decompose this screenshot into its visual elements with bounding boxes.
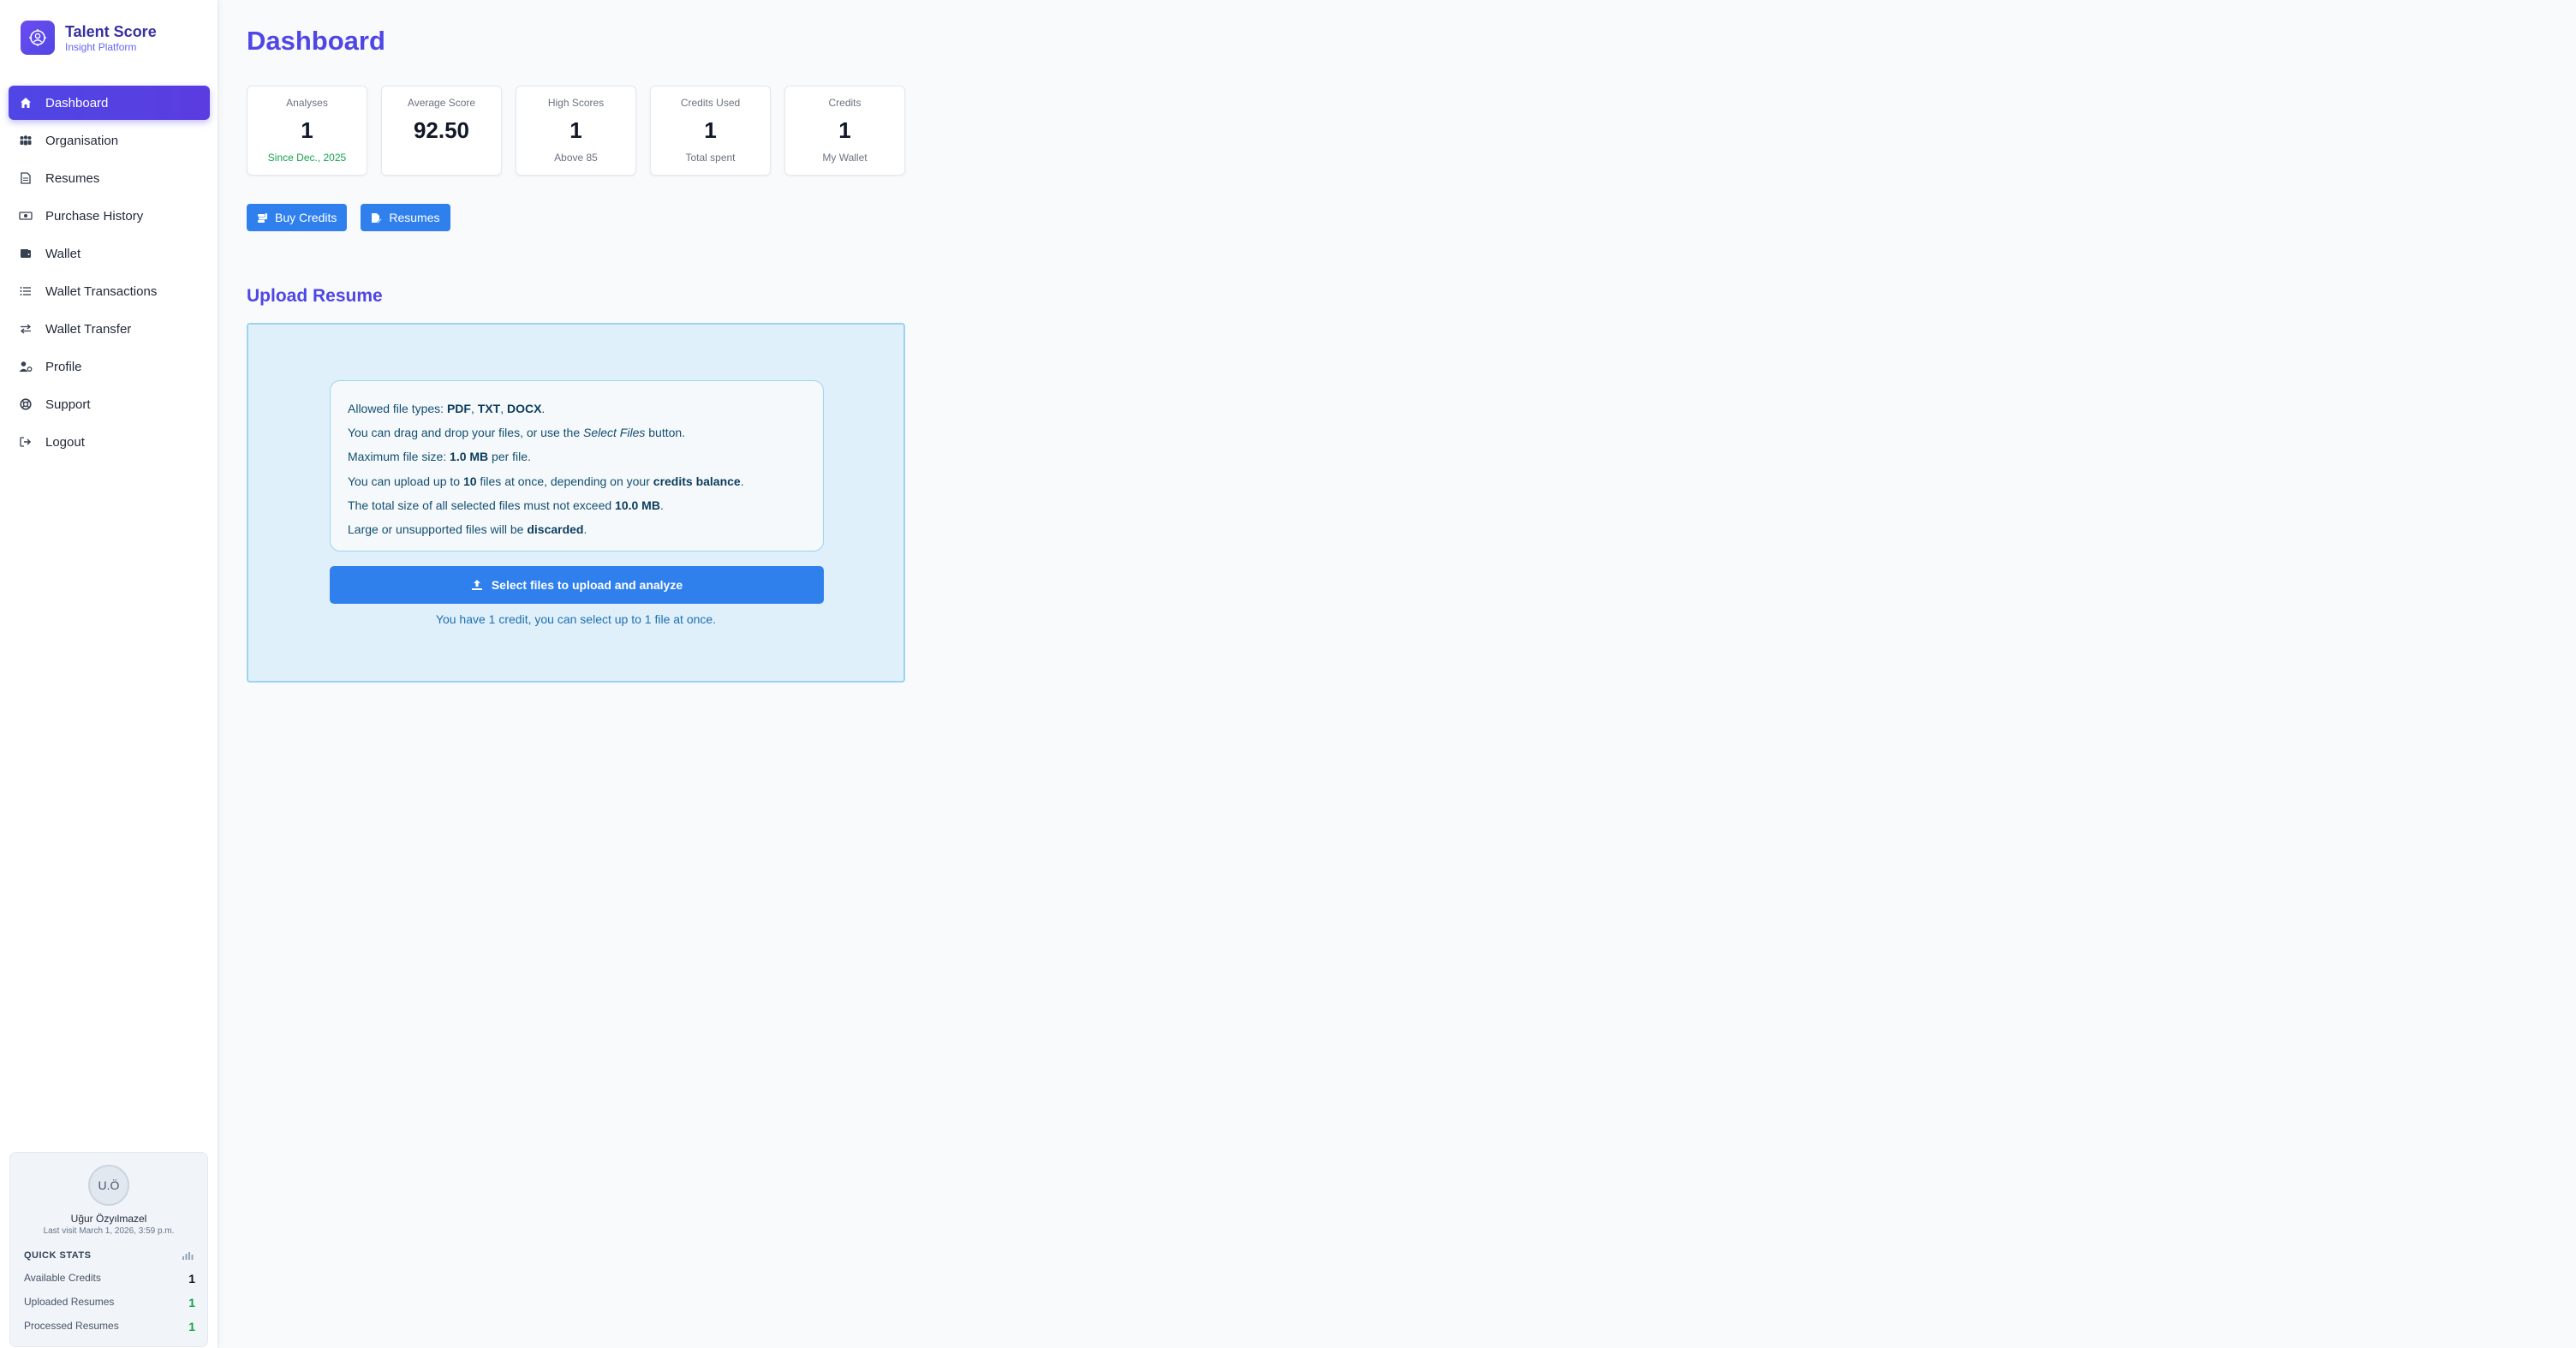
buy-credits-label: Buy Credits bbox=[275, 211, 337, 224]
sidebar-nav: Dashboard Organisation Resumes Purchase … bbox=[9, 86, 210, 462]
stat-value: 1 bbox=[838, 117, 851, 143]
stat-label: High Scores bbox=[547, 97, 605, 109]
stat-label: Credits bbox=[828, 97, 862, 109]
logout-icon bbox=[19, 435, 33, 449]
sidebar-item-label: Support bbox=[45, 397, 91, 412]
last-visit: Last visit March 1, 2026, 3:59 p.m. bbox=[43, 1226, 175, 1236]
user-gear-icon bbox=[19, 360, 33, 373]
stat-sub: Since Dec., 2025 bbox=[267, 152, 347, 164]
buy-credits-button[interactable]: Buy Credits bbox=[247, 204, 348, 231]
sidebar-item-label: Wallet bbox=[45, 246, 81, 261]
sidebar-item-label: Dashboard bbox=[45, 95, 109, 110]
sidebar-item-support[interactable]: Support bbox=[9, 387, 210, 421]
sidebar-item-label: Organisation bbox=[45, 133, 119, 148]
stat-card-credits-used: Credits Used 1 Total spent bbox=[650, 86, 771, 176]
select-files-button[interactable]: Select files to upload and analyze bbox=[330, 566, 824, 604]
wallet-icon bbox=[19, 247, 33, 260]
stat-sub: Above 85 bbox=[554, 152, 598, 164]
stat-sub: My Wallet bbox=[822, 152, 868, 164]
stat-value: 1 bbox=[704, 117, 717, 143]
upload-info-box: Allowed file types: PDF, TXT, DOCX. You … bbox=[330, 380, 824, 552]
quick-stat-label: Available Credits bbox=[24, 1272, 101, 1284]
credit-note: You have 1 credit, you can select up to … bbox=[435, 612, 717, 626]
avatar[interactable]: U.Ö bbox=[88, 1165, 129, 1206]
select-files-label: Select files to upload and analyze bbox=[491, 578, 683, 592]
sidebar-item-logout[interactable]: Logout bbox=[9, 425, 210, 459]
info-line-discarded: Large or unsupported files will be disca… bbox=[348, 522, 587, 537]
file-pen-icon bbox=[371, 212, 383, 224]
quick-stat-processed-resumes: Processed Resumes 1 bbox=[24, 1320, 195, 1333]
page-title: Dashboard bbox=[247, 26, 385, 56]
transfer-icon bbox=[19, 322, 33, 336]
stat-label: Analyses bbox=[286, 97, 328, 109]
action-buttons: Buy Credits Resumes bbox=[247, 204, 464, 231]
stat-label: Credits Used bbox=[680, 97, 741, 109]
sidebar-item-purchase-history[interactable]: Purchase History bbox=[9, 199, 210, 233]
quick-stats-title: QUICK STATS bbox=[24, 1250, 92, 1261]
info-line-drag-drop: You can drag and drop your files, or use… bbox=[348, 426, 686, 440]
home-icon bbox=[19, 96, 33, 110]
sidebar-item-resumes[interactable]: Resumes bbox=[9, 161, 210, 195]
sidebar-item-label: Wallet Transactions bbox=[45, 283, 158, 299]
brand-subtitle: Insight Platform bbox=[65, 41, 137, 53]
stat-label: Average Score bbox=[407, 97, 476, 109]
lifebuoy-icon bbox=[19, 397, 33, 411]
file-icon bbox=[19, 171, 33, 185]
stat-value: 1 bbox=[301, 117, 313, 143]
stat-value: 92.50 bbox=[413, 117, 470, 143]
sidebar-item-label: Wallet Transfer bbox=[45, 321, 132, 337]
quick-stat-value: 1 bbox=[188, 1320, 195, 1333]
sidebar-item-wallet[interactable]: Wallet bbox=[9, 236, 210, 271]
info-line-max-size: Maximum file size: 1.0 MB per file. bbox=[348, 450, 531, 464]
brand[interactable]: Talent Score Insight Platform bbox=[21, 21, 157, 55]
sidebar-item-label: Purchase History bbox=[45, 208, 144, 224]
quick-stat-available-credits: Available Credits 1 bbox=[24, 1272, 195, 1285]
brand-logo-icon bbox=[21, 21, 55, 55]
stat-card-analyses: Analyses 1 Since Dec., 2025 bbox=[247, 86, 367, 176]
stat-value: 1 bbox=[569, 117, 582, 143]
sidebar-item-profile[interactable]: Profile bbox=[9, 349, 210, 384]
money-icon bbox=[19, 209, 33, 223]
resumes-label: Resumes bbox=[389, 211, 440, 224]
user-name: Uğur Özyılmazel bbox=[70, 1213, 147, 1225]
stat-card-average-score: Average Score 92.50 bbox=[381, 86, 502, 176]
app: Talent Score Insight Platform Dashboard … bbox=[0, 0, 2576, 1348]
quick-stat-label: Processed Resumes bbox=[24, 1320, 119, 1332]
upload-dropzone[interactable]: Allowed file types: PDF, TXT, DOCX. You … bbox=[247, 323, 905, 683]
coins-icon bbox=[257, 212, 268, 224]
user-card: U.Ö Uğur Özyılmazel Last visit March 1, … bbox=[9, 1152, 208, 1347]
stat-card-high-scores: High Scores 1 Above 85 bbox=[516, 86, 636, 176]
sidebar-item-label: Profile bbox=[45, 359, 82, 374]
list-icon bbox=[19, 284, 33, 298]
stat-card-credits: Credits 1 My Wallet bbox=[784, 86, 905, 176]
sidebar-item-organisation[interactable]: Organisation bbox=[9, 123, 210, 158]
sidebar-item-label: Resumes bbox=[45, 170, 100, 186]
info-line-max-files: You can upload up to 10 files at once, d… bbox=[348, 474, 744, 488]
sidebar-item-dashboard[interactable]: Dashboard bbox=[9, 86, 210, 120]
info-line-file-types: Allowed file types: PDF, TXT, DOCX. bbox=[348, 402, 546, 415]
brand-title: Talent Score bbox=[65, 23, 157, 40]
sidebar: Talent Score Insight Platform Dashboard … bbox=[0, 0, 218, 1348]
resumes-button[interactable]: Resumes bbox=[361, 204, 450, 231]
quick-stat-value: 1 bbox=[188, 1272, 195, 1285]
upload-section-title: Upload Resume bbox=[247, 286, 383, 306]
stats-row: Analyses 1 Since Dec., 2025 Average Scor… bbox=[247, 86, 919, 176]
users-icon bbox=[19, 134, 33, 147]
sidebar-item-wallet-transfer[interactable]: Wallet Transfer bbox=[9, 312, 210, 346]
bar-chart-icon bbox=[182, 1250, 194, 1265]
upload-icon bbox=[471, 579, 483, 591]
sidebar-item-label: Logout bbox=[45, 434, 85, 450]
info-line-total-size: The total size of all selected files mus… bbox=[348, 498, 664, 512]
stat-sub: Total spent bbox=[685, 152, 736, 164]
quick-stat-uploaded-resumes: Uploaded Resumes 1 bbox=[24, 1296, 195, 1309]
quick-stat-label: Uploaded Resumes bbox=[24, 1296, 115, 1308]
quick-stat-value: 1 bbox=[188, 1296, 195, 1309]
sidebar-item-wallet-transactions[interactable]: Wallet Transactions bbox=[9, 274, 210, 308]
